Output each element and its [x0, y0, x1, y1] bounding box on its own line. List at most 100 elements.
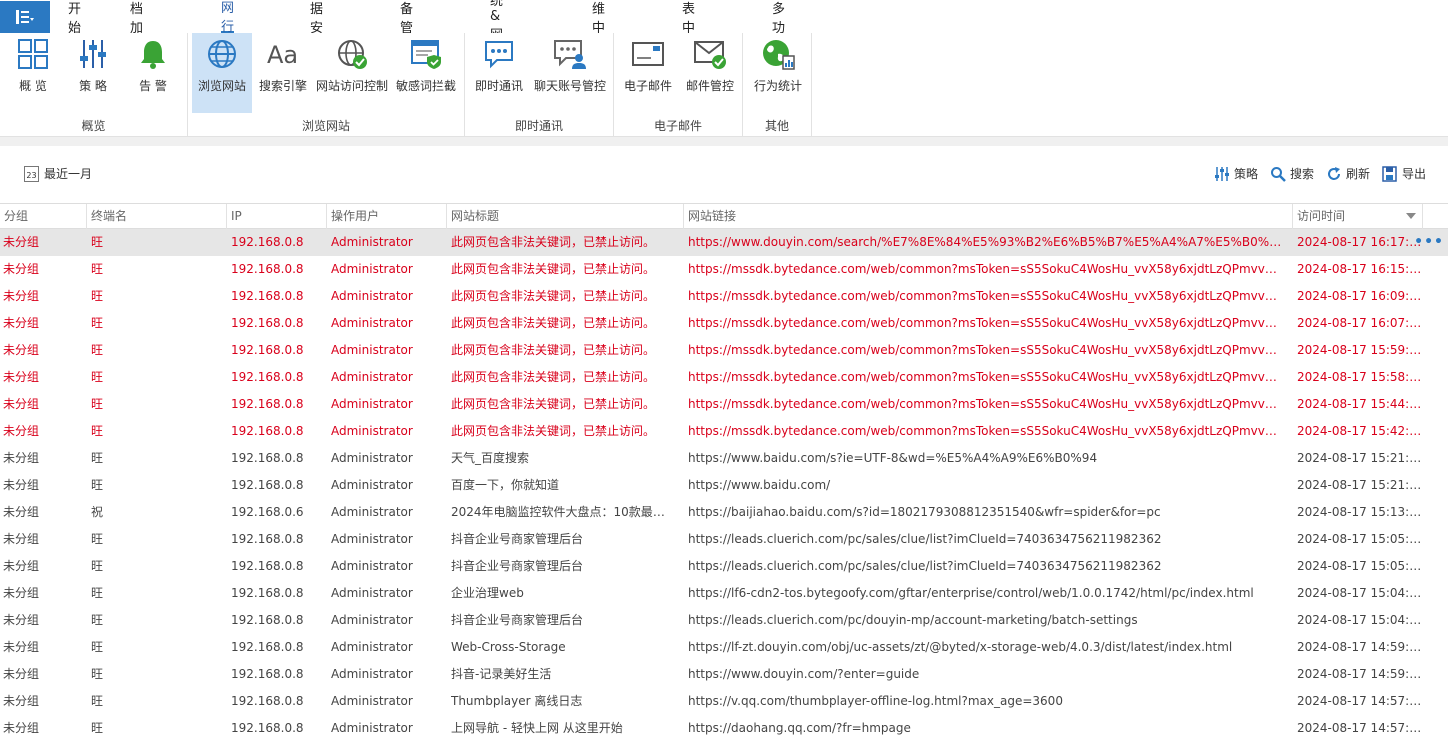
ribbon-button-label: 聊天账号管控: [533, 79, 606, 93]
font-aa-icon: Aa: [266, 37, 300, 71]
table-row[interactable]: 未分组 旺 192.168.0.8 Administrator 此网页包含非法关键词，已…: [0, 283, 1448, 310]
menu-tab-0[interactable]: 开始: [68, 0, 81, 36]
stats-globe-icon: [761, 37, 795, 71]
search-button[interactable]: 搜索: [1270, 165, 1314, 182]
cell-url: https://www.baidu.com/: [688, 478, 831, 492]
cell-ip: 192.168.0.6: [231, 505, 304, 519]
ribbon-button-2-1[interactable]: 聊天账号管控: [529, 33, 611, 113]
ribbon-button-0-0[interactable]: 概 览: [4, 33, 62, 113]
ribbon-group-label: 浏览网站: [301, 119, 350, 133]
export-button[interactable]: 导出: [1382, 165, 1426, 182]
menu-tab-5[interactable]: 系统&网络: [490, 0, 503, 62]
cell-url: https://lf-zt.douyin.com/obj/uc-assets/z…: [688, 640, 1233, 654]
table-row[interactable]: 未分组 旺 192.168.0.8 Administrator 此网页包含非法关键词，已…: [0, 391, 1448, 418]
cell-time: 2024-08-17 15:58:29: [1297, 370, 1422, 384]
ribbon-group-label: 即时通讯: [514, 119, 563, 133]
cell-group: 未分组: [3, 316, 40, 330]
calendar-icon: 23: [24, 165, 39, 182]
menu-tab-7[interactable]: 报表中心: [682, 0, 695, 55]
cell-group: 未分组: [3, 424, 40, 438]
ribbon-group-0: 概 览 策 略 告 警概览: [0, 33, 188, 137]
ribbon-group-4: 行为统计 其他: [743, 33, 812, 137]
table-row[interactable]: 未分组 旺 192.168.0.8 Administrator Thumbplayer …: [0, 688, 1448, 715]
column-header-1[interactable]: 终端名: [87, 204, 227, 229]
refresh-label: 刷新: [1345, 167, 1370, 181]
table-row[interactable]: 未分组 旺 192.168.0.8 Administrator 上网导航 - 轻快上网 …: [0, 715, 1448, 742]
column-header-2[interactable]: IP: [227, 204, 327, 229]
column-header-5[interactable]: 网站链接: [684, 204, 1293, 229]
app-menu-button[interactable]: [0, 0, 50, 33]
table-row[interactable]: 未分组 旺 192.168.0.8 Administrator 此网页包含非法关键词，已…: [0, 310, 1448, 337]
table-row[interactable]: 未分组 旺 192.168.0.8 Administrator 此网页包含非法关键词，已…: [0, 256, 1448, 283]
sort-down-icon[interactable]: [1406, 213, 1416, 219]
ribbon-button-4-0[interactable]: 行为统计: [747, 33, 809, 113]
policy-label: 策略: [1233, 167, 1258, 181]
cell-title: Web-Cross-Storage: [451, 640, 566, 654]
menu-tab-1[interactable]: 文档加密: [130, 0, 143, 55]
cell-url: https://mssdk.bytedance.com/web/common?m…: [688, 289, 1283, 303]
cell-terminal: 旺: [91, 478, 104, 492]
menu-tab-2[interactable]: 上网行为: [221, 0, 235, 54]
ribbon-button-1-3[interactable]: 敏感词拦截: [392, 33, 460, 113]
table-row[interactable]: 未分组 旺 192.168.0.8 Administrator 此网页包含非法关键词，已…: [0, 364, 1448, 391]
cell-terminal: 祝: [91, 505, 104, 519]
cell-url: https://www.douyin.com/?enter=guide: [688, 667, 920, 681]
table-row[interactable]: 未分组 祝 192.168.0.6 Administrator 2024年电脑监控软件大…: [0, 499, 1448, 526]
cell-title: 此网页包含非法关键词，已禁止访问。: [451, 262, 656, 276]
column-header-0[interactable]: 分组: [0, 204, 87, 229]
menu-tab-6[interactable]: 运维中心: [592, 0, 605, 55]
ribbon-button-1-1[interactable]: Aa 搜索引擎: [254, 33, 312, 113]
ribbon-button-label: 敏感词拦截: [395, 79, 456, 93]
cell-ip: 192.168.0.8: [231, 478, 304, 492]
cell-ip: 192.168.0.8: [231, 721, 304, 735]
ribbon-button-label: 邮件管控: [685, 79, 734, 93]
cell-group: 未分组: [3, 370, 40, 384]
ribbon-button-label: 告 警: [139, 79, 167, 93]
table-row[interactable]: 未分组 旺 192.168.0.8 Administrator 抖音企业号商家管理后台 h…: [0, 526, 1448, 553]
cell-ip: 192.168.0.8: [231, 559, 304, 573]
export-icon: [1382, 165, 1397, 182]
column-header-4[interactable]: 网站标题: [447, 204, 684, 229]
menu-tab-8[interactable]: 更多功能: [772, 0, 785, 55]
ribbon-button-label: 策 略: [79, 79, 107, 93]
cell-user: Administrator: [331, 613, 413, 627]
column-header-3[interactable]: 操作用户: [327, 204, 447, 229]
ribbon-button-0-2[interactable]: 告 警: [124, 33, 182, 113]
menu-tab-4[interactable]: 设备管理: [400, 0, 413, 55]
table-row[interactable]: 未分组 旺 192.168.0.8 Administrator 抖音企业号商家管理后台 h…: [0, 607, 1448, 634]
ribbon-button-1-2[interactable]: 网站访问控制: [314, 33, 390, 113]
cell-url: https://leads.cluerich.com/pc/sales/clue…: [688, 559, 1162, 573]
cell-time: 2024-08-17 14:59:35: [1297, 667, 1422, 681]
policy-sliders-icon: [1214, 166, 1229, 181]
cell-group: 未分组: [3, 478, 40, 492]
cell-user: Administrator: [331, 640, 413, 654]
ribbon-button-0-1[interactable]: 策 略: [64, 33, 122, 113]
cell-title: 抖音-记录美好生活: [451, 667, 552, 681]
ribbon-button-3-1[interactable]: 邮件管控: [680, 33, 740, 113]
more-options-icon[interactable]: •••: [1414, 229, 1444, 256]
ribbon-button-3-0[interactable]: 电子邮件: [618, 33, 678, 113]
table-row[interactable]: 未分组 旺 192.168.0.8 Administrator 抖音-记录美好生活 htt…: [0, 661, 1448, 688]
table-row[interactable]: 未分组 旺 192.168.0.8 Administrator 企业治理web https…: [0, 580, 1448, 607]
cell-url: https://daohang.qq.com/?fr=hmpage: [688, 721, 911, 735]
cell-group: 未分组: [3, 721, 40, 735]
table-row[interactable]: 未分组 旺 192.168.0.8 Administrator 此网页包含非法关键词，已…: [0, 337, 1448, 364]
cell-ip: 192.168.0.8: [231, 289, 304, 303]
ribbon-button-2-0[interactable]: 即时通讯: [471, 33, 527, 113]
cell-terminal: 旺: [91, 451, 104, 465]
table-row[interactable]: 未分组 旺 192.168.0.8 Administrator Web-Cross-St…: [0, 634, 1448, 661]
table-row[interactable]: 未分组 旺 192.168.0.8 Administrator 天气_百度搜索 https…: [0, 445, 1448, 472]
cell-url: https://leads.cluerich.com/pc/sales/clue…: [688, 532, 1162, 546]
refresh-button[interactable]: 刷新: [1326, 165, 1370, 182]
cell-user: Administrator: [331, 370, 413, 384]
column-header-6[interactable]: 访问时间: [1293, 204, 1423, 229]
table-row[interactable]: 未分组 旺 192.168.0.8 Administrator 抖音企业号商家管理后台 h…: [0, 553, 1448, 580]
cell-title: 抖音企业号商家管理后台: [451, 613, 584, 627]
table-row[interactable]: 未分组 旺 192.168.0.8 Administrator 此网页包含非法关键词，已…: [0, 418, 1448, 445]
ribbon-button-1-0[interactable]: 浏览网站: [192, 33, 252, 113]
menu-tab-3[interactable]: 数据安全: [310, 0, 323, 55]
policy-button[interactable]: 策略: [1214, 165, 1258, 182]
table-row[interactable]: 未分组 旺 192.168.0.8 Administrator 百度一下，你就知道 htt…: [0, 472, 1448, 499]
period-selector[interactable]: 23 最近一月: [24, 165, 92, 182]
table-row[interactable]: 未分组 旺 192.168.0.8 Administrator 此网页包含非法关键词，已…: [0, 229, 1448, 256]
